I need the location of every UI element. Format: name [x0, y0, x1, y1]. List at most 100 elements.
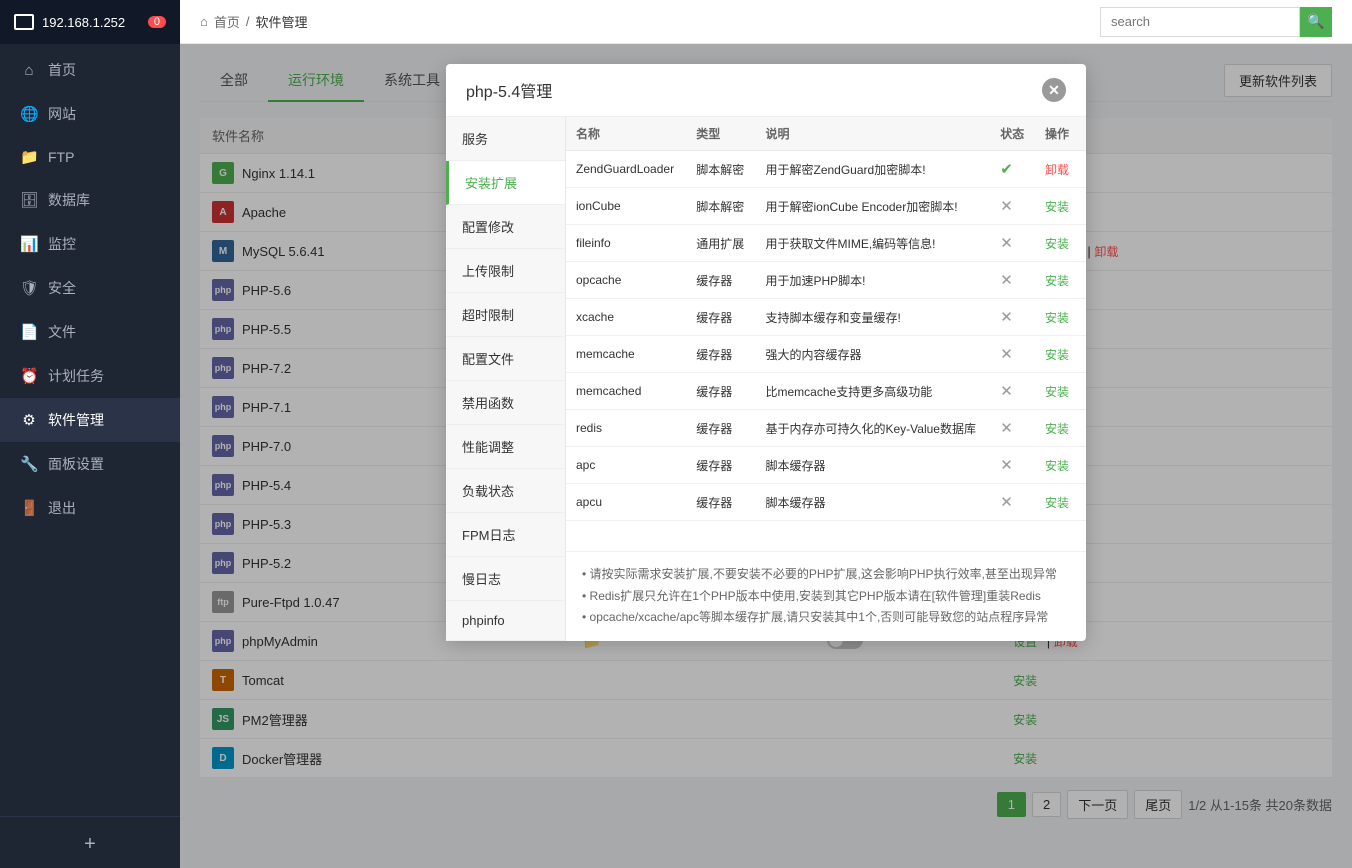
sidebar-item-security[interactable]: 🛡安全 [0, 266, 180, 310]
modal-nav-load_status[interactable]: 负载状态 [446, 469, 565, 513]
sidebar-label-website: 网站 [48, 104, 76, 124]
ext-name: ZendGuardLoader [566, 151, 686, 188]
modal-title: php-5.4管理 [466, 78, 552, 102]
modal-nav-slow_log[interactable]: 慢日志 [446, 557, 565, 601]
monitor-icon: 📊 [20, 235, 38, 253]
modal-nav-timeout[interactable]: 超时限制 [446, 293, 565, 337]
ext-op-安装-btn[interactable]: 安装 [1045, 385, 1069, 399]
notification-badge: 0 [148, 16, 166, 28]
files-icon: 📄 [20, 323, 38, 341]
ext-name: fileinfo [566, 225, 686, 262]
sidebar-item-logout[interactable]: 🚪 退出 [0, 486, 180, 530]
ext-status: ✕ [990, 373, 1035, 410]
ext-name: apcu [566, 484, 686, 521]
ext-op: 安装 [1035, 225, 1086, 262]
ext-name: redis [566, 410, 686, 447]
sidebar-item-home[interactable]: ⌂ 首页 [0, 48, 180, 92]
ext-status: ✔ [990, 151, 1035, 188]
modal-table-row: redis 缓存器 基于内存亦可持久化的Key-Value数据库 ✕ 安装 [566, 410, 1086, 447]
status-not-installed-icon: ✕ [1000, 383, 1013, 400]
modal-nav-phpinfo[interactable]: phpinfo [446, 601, 565, 641]
tasks-icon: ⏰ [20, 367, 38, 385]
sidebar-item-tasks[interactable]: ⏰计划任务 [0, 354, 180, 398]
search-button[interactable]: 🔍 [1300, 7, 1332, 37]
ext-desc: 比memcache支持更多高级功能 [756, 373, 991, 410]
ext-op-安装-btn[interactable]: 安装 [1045, 459, 1069, 473]
sidebar-label-files: 文件 [48, 322, 76, 342]
ftp-icon: 📁 [20, 148, 38, 166]
sidebar-header: 192.168.1.252 0 [0, 0, 180, 44]
modal-nav-upload_limit[interactable]: 上传限制 [446, 249, 565, 293]
breadcrumb-home[interactable]: 首页 [214, 12, 240, 31]
main-area: ⌂ 首页 / 软件管理 🔍 全部运行环境系统工具宝塔插件付费插件更新软件列表 软… [180, 0, 1352, 868]
ext-op-安装-btn[interactable]: 安装 [1045, 422, 1069, 436]
ext-op-安装-btn[interactable]: 安装 [1045, 200, 1069, 214]
ext-op: 安装 [1035, 299, 1086, 336]
sidebar-add-button[interactable]: + [0, 821, 180, 868]
ext-type: 缓存器 [686, 410, 755, 447]
ext-op: 安装 [1035, 447, 1086, 484]
sidebar-item-database[interactable]: 🗄数据库 [0, 178, 180, 222]
database-icon: 🗄 [20, 191, 38, 209]
ext-status: ✕ [990, 299, 1035, 336]
ext-type: 脚本解密 [686, 188, 755, 225]
modal-table-row: opcache 缓存器 用于加速PHP脚本! ✕ 安装 [566, 262, 1086, 299]
modal-nav-fpm_log[interactable]: FPM日志 [446, 513, 565, 557]
notice-text: opcache/xcache/apc等脚本缓存扩展,请只安装其中1个,否则可能导… [582, 607, 1070, 629]
sidebar-label-ftp: FTP [48, 149, 74, 165]
ext-desc: 强大的内容缓存器 [756, 336, 991, 373]
modal-overlay: php-5.4管理 ✕ 服务安装扩展配置修改上传限制超时限制配置文件禁用函数性能… [180, 44, 1352, 868]
sidebar-item-panel[interactable]: 🔧 面板设置 [0, 442, 180, 486]
sidebar-item-files[interactable]: 📄 文件 [0, 310, 180, 354]
modal-nav-service[interactable]: 服务 [446, 117, 565, 161]
ext-name: memcache [566, 336, 686, 373]
ext-desc: 脚本缓存器 [756, 447, 991, 484]
ext-name: apc [566, 447, 686, 484]
sidebar-item-website[interactable]: 🌐网站 [0, 92, 180, 136]
home-icon: ⌂ [20, 62, 38, 79]
modal-close-button[interactable]: ✕ [1042, 78, 1066, 102]
ext-type: 缓存器 [686, 262, 755, 299]
modal-table-row: apcu 缓存器 脚本缓存器 ✕ 安装 [566, 484, 1086, 521]
sidebar-label-home: 首页 [48, 60, 76, 80]
ext-op-安装-btn[interactable]: 安装 [1045, 274, 1069, 288]
ext-op-安装-btn[interactable]: 安装 [1045, 496, 1069, 510]
ext-status: ✕ [990, 225, 1035, 262]
ext-type: 缓存器 [686, 373, 755, 410]
logout-icon: 🚪 [20, 499, 38, 517]
modal-nav-perf_tune[interactable]: 性能调整 [446, 425, 565, 469]
ext-status: ✕ [990, 484, 1035, 521]
sidebar-label-logout: 退出 [48, 498, 76, 518]
ext-desc: 用于加速PHP脚本! [756, 262, 991, 299]
status-not-installed-icon: ✕ [1000, 494, 1013, 511]
ext-op-卸载-btn[interactable]: 卸载 [1045, 163, 1069, 177]
ext-desc: 用于解密ionCube Encoder加密脚本! [756, 188, 991, 225]
sidebar-label-software: 软件管理 [48, 410, 104, 430]
sidebar-item-software[interactable]: ⚙软件管理 [0, 398, 180, 442]
status-not-installed-icon: ✕ [1000, 457, 1013, 474]
modal-table-row: memcache 缓存器 强大的内容缓存器 ✕ 安装 [566, 336, 1086, 373]
sidebar-item-monitor[interactable]: 📊监控 [0, 222, 180, 266]
ext-name: opcache [566, 262, 686, 299]
ext-op: 安装 [1035, 188, 1086, 225]
modal-nav-config_file[interactable]: 配置文件 [446, 337, 565, 381]
modal-body: 服务安装扩展配置修改上传限制超时限制配置文件禁用函数性能调整负载状态FPM日志慢… [446, 117, 1086, 641]
notice-text: Redis扩展只允许在1个PHP版本中使用,安装到其它PHP版本请在[软件管理]… [582, 586, 1070, 608]
ext-op: 安装 [1035, 410, 1086, 447]
panel-icon: 🔧 [20, 455, 38, 473]
modal-header: php-5.4管理 ✕ [446, 64, 1086, 117]
sidebar-item-ftp[interactable]: 📁 FTP [0, 136, 180, 178]
modal-nav-config_edit[interactable]: 配置修改 [446, 205, 565, 249]
modal-nav-disable_func[interactable]: 禁用函数 [446, 381, 565, 425]
sidebar-label-panel: 面板设置 [48, 454, 104, 474]
ext-op-安装-btn[interactable]: 安装 [1045, 348, 1069, 362]
search-input[interactable] [1100, 7, 1300, 37]
breadcrumb-separator: / [246, 14, 250, 29]
modal: php-5.4管理 ✕ 服务安装扩展配置修改上传限制超时限制配置文件禁用函数性能… [446, 64, 1086, 641]
modal-nav-install_ext[interactable]: 安装扩展 [446, 161, 565, 205]
ext-op-安装-btn[interactable]: 安装 [1045, 237, 1069, 251]
ext-op-安装-btn[interactable]: 安装 [1045, 311, 1069, 325]
status-not-installed-icon: ✕ [1000, 346, 1013, 363]
ext-name: xcache [566, 299, 686, 336]
ext-op: 安装 [1035, 484, 1086, 521]
